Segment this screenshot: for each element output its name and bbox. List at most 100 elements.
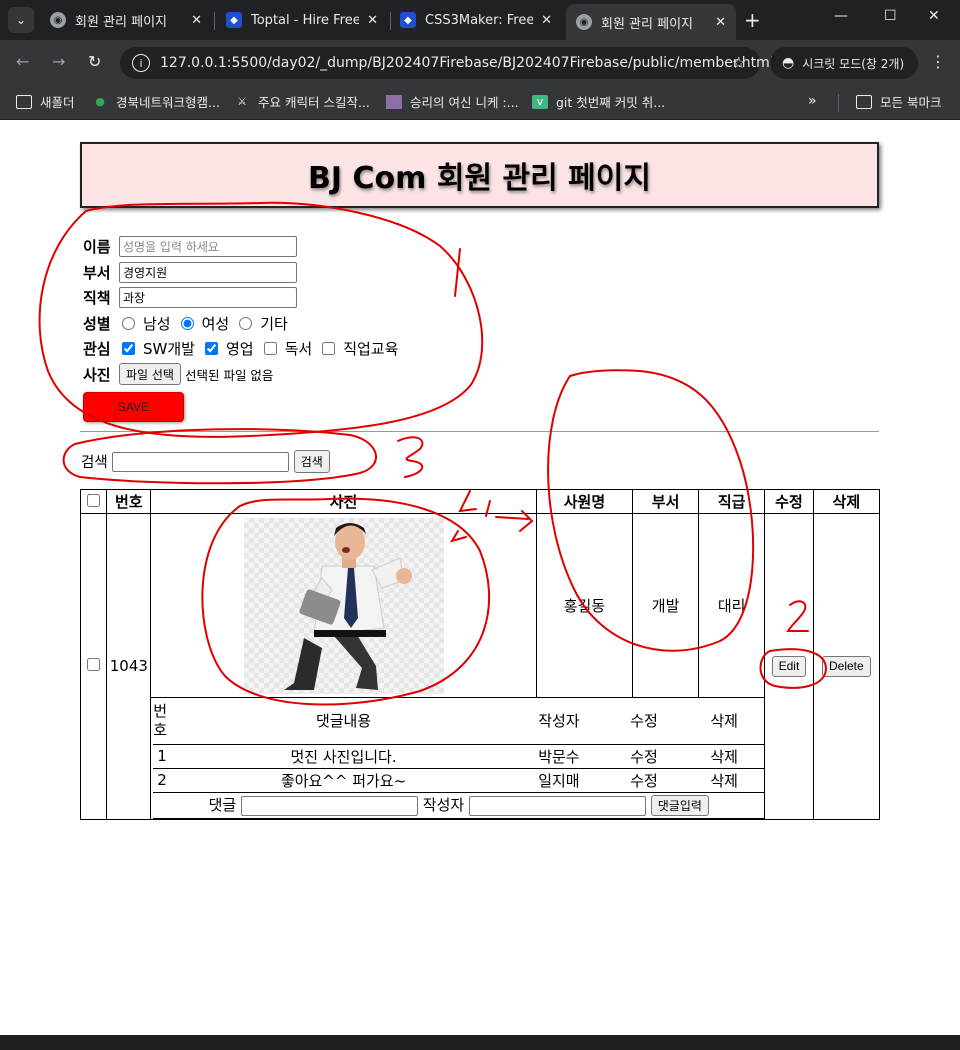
bookmark-star-icon[interactable]: ☆ <box>732 53 746 72</box>
delete-button[interactable]: Delete <box>822 655 871 677</box>
site-info-icon[interactable]: i <box>132 54 150 72</box>
incognito-indicator[interactable]: ◓ 시크릿 모드(창 2개) <box>770 47 918 79</box>
interest-checkbox-reading[interactable] <box>263 342 277 356</box>
file-select-button[interactable]: 파일 선택 <box>119 363 181 386</box>
tab-search-chevron-icon[interactable]: ⌄ <box>8 7 34 33</box>
member-table: 번호 사진 사원명 부서 직급 수정 삭제 1043 홍길동 개발 대리 Edi… <box>79 489 881 820</box>
close-icon[interactable]: ✕ <box>715 15 726 30</box>
comment-column-header: 삭제 <box>684 698 765 745</box>
businessman-photo-icon <box>283 522 412 690</box>
dept-input[interactable] <box>119 261 297 283</box>
minimize-icon[interactable]: — <box>834 8 848 24</box>
bookmark-item[interactable]: 승리의 여신 니케 :... <box>386 92 519 111</box>
os-taskbar <box>0 1035 960 1050</box>
bookmark-item[interactable]: ⚔ 주요 캐릭터 스킬작... <box>234 92 370 111</box>
interest-option-label: 영업 <box>225 340 254 359</box>
gender-option-label: 여성 <box>201 314 230 333</box>
tab-3[interactable]: ◆ CSS3Maker: Free C ✕ <box>390 4 562 36</box>
search-input[interactable] <box>111 451 289 472</box>
column-header: 사진 <box>150 489 537 514</box>
member-number: 1043 <box>106 513 152 820</box>
gender-radio-female[interactable] <box>180 316 194 330</box>
gender-radio-other[interactable] <box>239 316 253 330</box>
interest-checkbox-training[interactable] <box>322 342 336 356</box>
comment-column-header: 수정 <box>603 698 685 745</box>
kebab-menu-icon[interactable]: ⋮ <box>930 52 946 71</box>
folder-icon <box>16 94 32 109</box>
bookmark-label: git 첫번째 커밋 취... <box>556 95 666 110</box>
leaf-icon: ● <box>95 95 105 108</box>
address-bar[interactable]: i 127.0.0.1:5500/day02/_dump/BJ202407Fir… <box>120 47 774 79</box>
comment-content: 좋아요^^ 퍼가요~ <box>173 768 514 793</box>
comment-input[interactable] <box>240 795 418 816</box>
folder-icon <box>856 94 872 109</box>
new-tab-plus-icon[interactable]: + <box>744 8 761 32</box>
back-arrow-icon[interactable]: ← <box>16 52 29 71</box>
url-text: 127.0.0.1:5500/day02/_dump/BJ202407Fireb… <box>160 55 774 71</box>
comment-delete-link[interactable]: 삭제 <box>684 744 765 769</box>
comment-number: 1 <box>153 744 174 769</box>
comment-submit-button[interactable]: 댓글입력 <box>650 795 709 816</box>
member-form: 이름 부서 직책 성별 남성 여성 기타 관심 SW개발 영업 독서 직업교육 … <box>83 234 483 422</box>
interest-checkbox-sw[interactable] <box>122 342 135 356</box>
globe-icon: ◉ <box>576 14 592 30</box>
tab-1[interactable]: ◉ 회원 관리 페이지 ✕ <box>40 4 212 36</box>
close-icon[interactable]: ✕ <box>541 13 552 28</box>
maximize-icon[interactable]: ☐ <box>884 8 897 24</box>
column-header: 사원명 <box>535 489 634 514</box>
incognito-icon: ◓ <box>782 55 795 71</box>
more-bookmarks-icon[interactable]: » <box>808 93 817 109</box>
position-input[interactable] <box>119 287 297 309</box>
position-label: 직책 <box>83 289 111 308</box>
photo-label: 사진 <box>83 365 111 384</box>
comment-row: 1 멋진 사진입니다. 박문수 수정 삭제 <box>153 744 765 769</box>
edit-button[interactable]: Edit <box>771 655 807 677</box>
annotation-number <box>397 436 424 478</box>
window-close-icon[interactable]: ✕ <box>928 8 940 24</box>
tab-4-active[interactable]: ◉ 회원 관리 페이지 ✕ <box>566 4 736 40</box>
select-all-header <box>79 489 108 514</box>
delete-cell: Delete <box>812 513 881 820</box>
interest-option-label: 독서 <box>284 340 313 359</box>
all-bookmarks[interactable]: 모든 북마크 <box>856 92 941 111</box>
comment-edit-link[interactable]: 수정 <box>603 768 685 793</box>
bookmark-item[interactable]: ● 경북네트워크형캠... <box>92 92 220 111</box>
select-all-checkbox[interactable] <box>87 493 101 507</box>
interest-option-label: 직업교육 <box>343 340 399 359</box>
forward-arrow-icon[interactable]: → <box>52 52 65 71</box>
close-icon[interactable]: ✕ <box>191 13 202 28</box>
page-content: BJ Com 회원 관리 페이지 이름 부서 직책 성별 남성 여성 기타 관심… <box>0 121 960 1035</box>
comment-author-input[interactable] <box>468 795 646 816</box>
comment-label: 댓글 <box>208 796 237 814</box>
tab-title: CSS3Maker: Free C <box>425 12 534 28</box>
edit-cell: Edit <box>764 513 814 820</box>
photo-cell <box>150 513 537 698</box>
comment-column-header: 작성자 <box>513 698 604 745</box>
bookmark-item[interactable]: v git 첫번째 커밋 취... <box>532 92 665 111</box>
bookmark-item[interactable]: 새폴더 <box>16 92 75 111</box>
close-icon[interactable]: ✕ <box>367 13 378 28</box>
interest-option-label: SW개발 <box>143 340 195 359</box>
name-input[interactable] <box>119 236 297 258</box>
sword-icon: ⚔ <box>237 95 247 108</box>
table-header-row: 번호 사진 사원명 부서 직급 수정 삭제 <box>79 489 881 514</box>
toptal-icon: ◆ <box>400 12 416 28</box>
save-button[interactable]: SAVE <box>83 392 184 422</box>
tab-2[interactable]: ◆ Toptal - Hire Freela ✕ <box>216 4 388 36</box>
row-select-cell <box>79 513 108 820</box>
gender-radio-male[interactable] <box>122 316 135 330</box>
reload-icon[interactable]: ↻ <box>88 52 101 71</box>
dept-label: 부서 <box>83 263 111 282</box>
gender-option-label: 남성 <box>143 314 171 333</box>
browser-tab-bar: ⌄ ◉ 회원 관리 페이지 ✕ ◆ Toptal - Hire Freela ✕… <box>0 0 960 40</box>
comment-delete-link[interactable]: 삭제 <box>684 768 765 793</box>
column-header: 번호 <box>106 489 152 514</box>
bookmarks-bar: 새폴더 ● 경북네트워크형캠... ⚔ 주요 캐릭터 스킬작... 승리의 여신… <box>0 86 960 120</box>
name-label: 이름 <box>83 238 111 257</box>
comment-edit-link[interactable]: 수정 <box>603 744 685 769</box>
vue-icon: v <box>532 94 548 109</box>
interest-checkbox-sales[interactable] <box>204 342 218 356</box>
divider <box>80 431 879 432</box>
search-button[interactable]: 검색 <box>293 450 330 473</box>
row-checkbox[interactable] <box>87 658 101 672</box>
